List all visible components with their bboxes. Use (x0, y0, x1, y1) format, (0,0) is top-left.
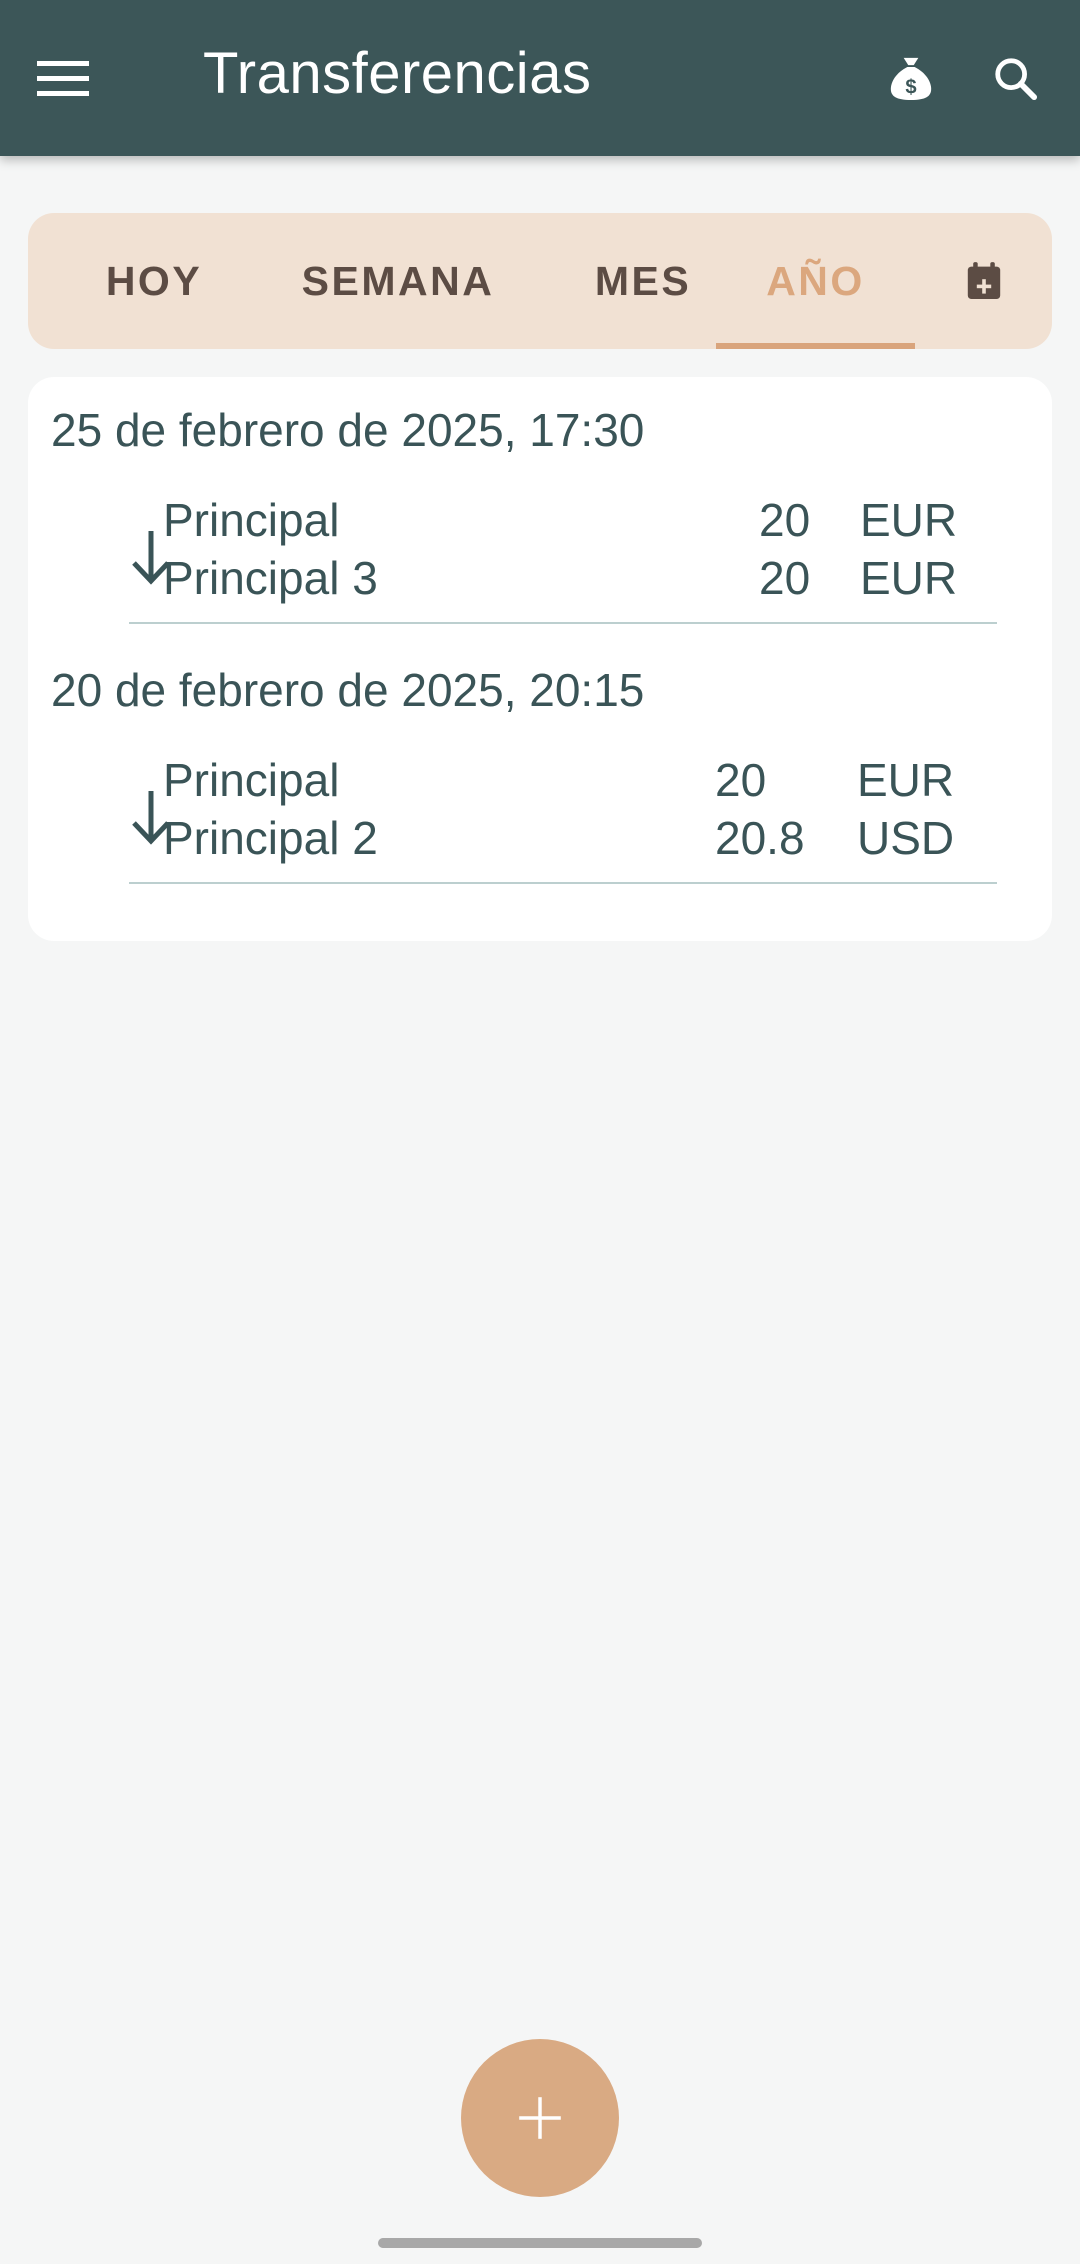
transfers-screen: Transferencias $ HOY SEMANA MES AÑO 25 d… (0, 0, 1080, 2264)
svg-text:$: $ (905, 77, 916, 99)
to-currency: EUR (860, 552, 958, 604)
transfers-list: 25 de febrero de 2025, 17:30 Principal 2… (28, 377, 1052, 941)
from-currency: EUR (860, 494, 958, 546)
money-bag-icon[interactable]: $ (876, 46, 946, 110)
top-app-bar: Transferencias $ (0, 0, 1080, 156)
add-transfer-button[interactable] (461, 2039, 619, 2197)
tab-hoy[interactable]: HOY (54, 213, 254, 349)
to-amount: 20.8 (715, 812, 805, 864)
from-account: Principal (163, 754, 340, 806)
divider (129, 882, 997, 884)
from-amount: 20 (759, 494, 811, 546)
search-icon[interactable] (980, 46, 1050, 110)
home-indicator[interactable] (378, 2238, 702, 2248)
period-tabs: HOY SEMANA MES AÑO (28, 213, 1052, 349)
to-account: Principal 3 (163, 552, 378, 604)
from-currency: EUR (857, 754, 955, 806)
from-account: Principal (163, 494, 340, 546)
hamburger-menu-icon[interactable] (35, 44, 123, 114)
calendar-add-icon[interactable] (915, 213, 1052, 349)
to-currency: USD (857, 812, 955, 864)
from-amount: 20 (715, 754, 767, 806)
plus-icon (519, 2097, 561, 2139)
tab-ano[interactable]: AÑO (716, 213, 915, 349)
to-amount: 20 (759, 552, 811, 604)
transfer-date: 20 de febrero de 2025, 20:15 (51, 664, 645, 716)
to-account: Principal 2 (163, 812, 378, 864)
transfer-date: 25 de febrero de 2025, 17:30 (51, 404, 645, 456)
tab-semana[interactable]: SEMANA (254, 213, 542, 349)
divider (129, 622, 997, 624)
tab-mes[interactable]: MES (542, 213, 744, 349)
page-title: Transferencias (203, 41, 592, 106)
